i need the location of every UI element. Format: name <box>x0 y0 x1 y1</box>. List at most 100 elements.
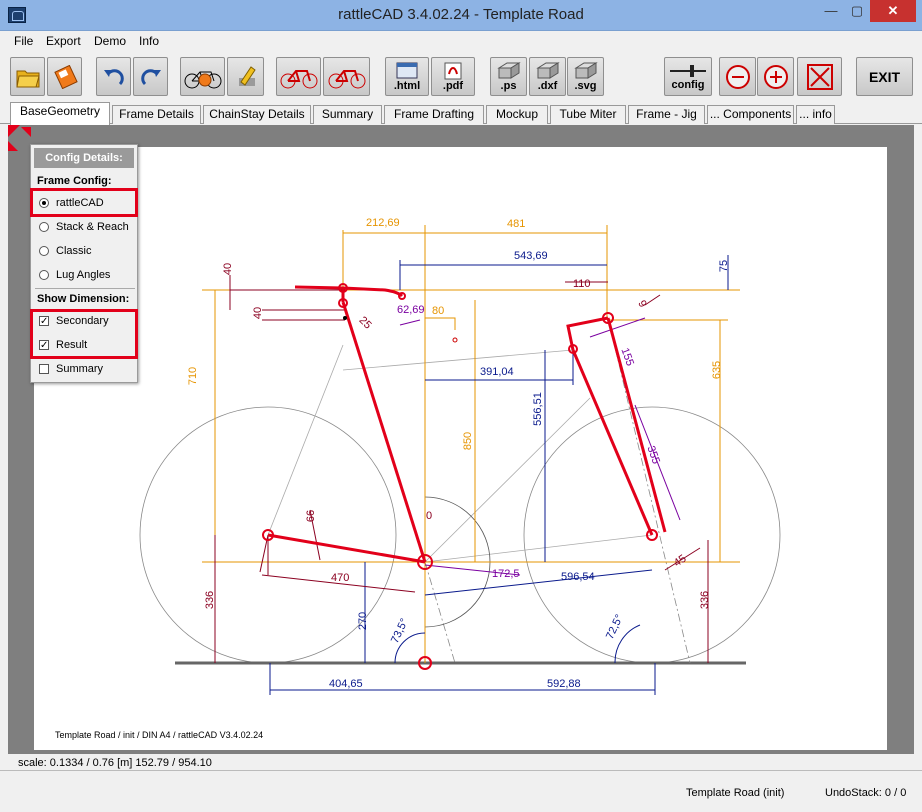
menu-info[interactable]: Info <box>139 34 159 48</box>
dim-40a: 40 <box>222 262 235 276</box>
dim-635: 635 <box>711 360 724 380</box>
dim-391: 391,04 <box>480 366 514 378</box>
bike-gear-button[interactable] <box>180 57 225 96</box>
bike-view-button[interactable] <box>276 57 321 96</box>
radio-icon[interactable] <box>39 222 49 232</box>
checkbox-checked-icon[interactable] <box>39 313 49 331</box>
zoom-in-button[interactable] <box>757 57 794 96</box>
tab-tube-miter[interactable]: Tube Miter <box>550 105 626 124</box>
dim-336a: 336 <box>204 590 217 610</box>
dim-556: 556,51 <box>531 392 544 426</box>
config-panel: Config Details: Frame Config: rattleCAD … <box>30 144 138 383</box>
fit-screen-icon <box>806 63 833 90</box>
dim-59654: 596,54 <box>561 571 595 583</box>
dim-40465: 404,65 <box>329 678 363 690</box>
dim-270: 270 <box>357 611 370 631</box>
pdf-export-icon <box>444 62 462 79</box>
dim-543: 543,69 <box>514 250 548 262</box>
tab-summary[interactable]: Summary <box>313 105 382 124</box>
tab-frame-details[interactable]: Frame Details <box>112 105 201 124</box>
dim-481: 481 <box>507 218 526 230</box>
menu-bar: File Export Demo Info <box>0 31 922 53</box>
print-ps-button[interactable]: .ps <box>490 57 527 96</box>
html-export-icon <box>396 62 418 78</box>
export-pdf-button[interactable]: .pdf <box>431 57 475 96</box>
dim-40b: 40 <box>252 306 265 320</box>
bike-gear-icon <box>184 71 221 88</box>
dim-6269: 62,69 <box>397 304 425 316</box>
title-bar: rattleCAD 3.4.02.24 - Template Road — ▢ … <box>0 0 922 31</box>
open-button[interactable] <box>10 57 45 96</box>
close-button[interactable]: ✕ <box>870 0 916 22</box>
tab-chainstay-details[interactable]: ChainStay Details <box>203 105 311 124</box>
dim-0: 0 <box>426 510 433 522</box>
divider <box>35 288 135 289</box>
redo-icon <box>140 68 161 85</box>
menu-export[interactable]: Export <box>46 34 81 48</box>
dim-710: 710 <box>187 366 200 386</box>
undo-button[interactable] <box>96 57 131 96</box>
dim-1725: 172,5 <box>492 568 520 580</box>
status-bar: Template Road (init) UndoStack: 0 / 0 <box>0 770 922 812</box>
tab-frame-jig[interactable]: Frame - Jig <box>628 105 705 124</box>
drawing-footer-note: Template Road / init / DIN A4 / rattleCA… <box>55 730 264 740</box>
maximize-button[interactable]: ▢ <box>844 0 870 22</box>
folder-open-icon <box>15 70 40 87</box>
tab-components[interactable]: ... Components <box>707 105 794 124</box>
dim-850: 850 <box>462 431 475 451</box>
dim-110: 110 <box>573 278 591 290</box>
ps-print-icon <box>496 61 521 79</box>
zoom-out-button[interactable] <box>719 57 756 96</box>
dxf-print-icon <box>535 61 560 79</box>
drawing-sheet[interactable]: 212,69 481 543,69 75 40 40 25 62,69 80 1… <box>34 147 887 750</box>
zoom-out-icon <box>725 64 750 89</box>
exit-button[interactable]: EXIT <box>856 57 913 96</box>
status-undo-stack: UndoStack: 0 / 0 <box>825 787 907 799</box>
tab-info[interactable]: ... info <box>796 105 835 124</box>
frame-config-header: Frame Config: <box>37 175 112 187</box>
bike-geometry-drawing <box>139 225 781 695</box>
dim-212: 212,69 <box>366 217 400 229</box>
save-icon <box>53 64 78 89</box>
redo-button[interactable] <box>133 57 168 96</box>
svg-print-icon <box>573 61 598 79</box>
dim-75: 75 <box>718 259 731 273</box>
minimize-button[interactable]: — <box>818 0 844 22</box>
dim-336b: 336 <box>699 590 712 610</box>
radio-icon[interactable] <box>39 270 49 280</box>
bike-red-icon-2 <box>328 69 365 88</box>
tab-basegeometry[interactable]: BaseGeometry <box>10 102 110 125</box>
print-svg-button[interactable]: .svg <box>567 57 604 96</box>
radio-icon[interactable] <box>39 246 49 256</box>
corner-arrows-icon[interactable] <box>8 125 32 155</box>
export-html-button[interactable]: .html <box>385 57 429 96</box>
window-title: rattleCAD 3.4.02.24 - Template Road <box>338 6 584 23</box>
radio-selected-icon[interactable] <box>39 198 49 208</box>
bike-red-icon <box>280 69 317 88</box>
config-panel-title: Config Details: <box>34 148 134 168</box>
scale-readout: scale: 0.1334 / 0.76 [m] 152.79 / 954.10 <box>18 757 212 769</box>
menu-demo[interactable]: Demo <box>94 34 126 48</box>
fit-screen-button[interactable] <box>797 57 842 96</box>
print-dxf-button[interactable]: .dxf <box>529 57 566 96</box>
tab-mockup[interactable]: Mockup <box>486 105 548 124</box>
config-button[interactable]: config <box>664 57 712 96</box>
dim-80: 80 <box>432 305 445 317</box>
config-slider-icon <box>670 64 706 77</box>
status-template: Template Road (init) <box>686 787 785 799</box>
zoom-in-icon <box>763 64 788 89</box>
checkbox-icon[interactable] <box>39 364 49 374</box>
tab-bar: BaseGeometry Frame Details ChainStay Det… <box>0 102 922 125</box>
toolbar: .html .pdf .ps .dxf .svg config EXIT <box>0 53 922 100</box>
dim-59288: 592,88 <box>547 678 581 690</box>
edit-button[interactable] <box>227 57 264 96</box>
dim-66: 66 <box>305 509 318 523</box>
checkbox-checked-icon[interactable] <box>39 337 49 355</box>
show-dimension-header: Show Dimension: <box>37 293 130 305</box>
dim-470: 470 <box>331 572 350 584</box>
undo-icon <box>103 68 124 85</box>
save-button[interactable] <box>47 57 82 96</box>
bike-compare-button[interactable] <box>323 57 370 96</box>
tab-frame-drafting[interactable]: Frame Drafting <box>384 105 484 124</box>
menu-file[interactable]: File <box>14 34 33 48</box>
